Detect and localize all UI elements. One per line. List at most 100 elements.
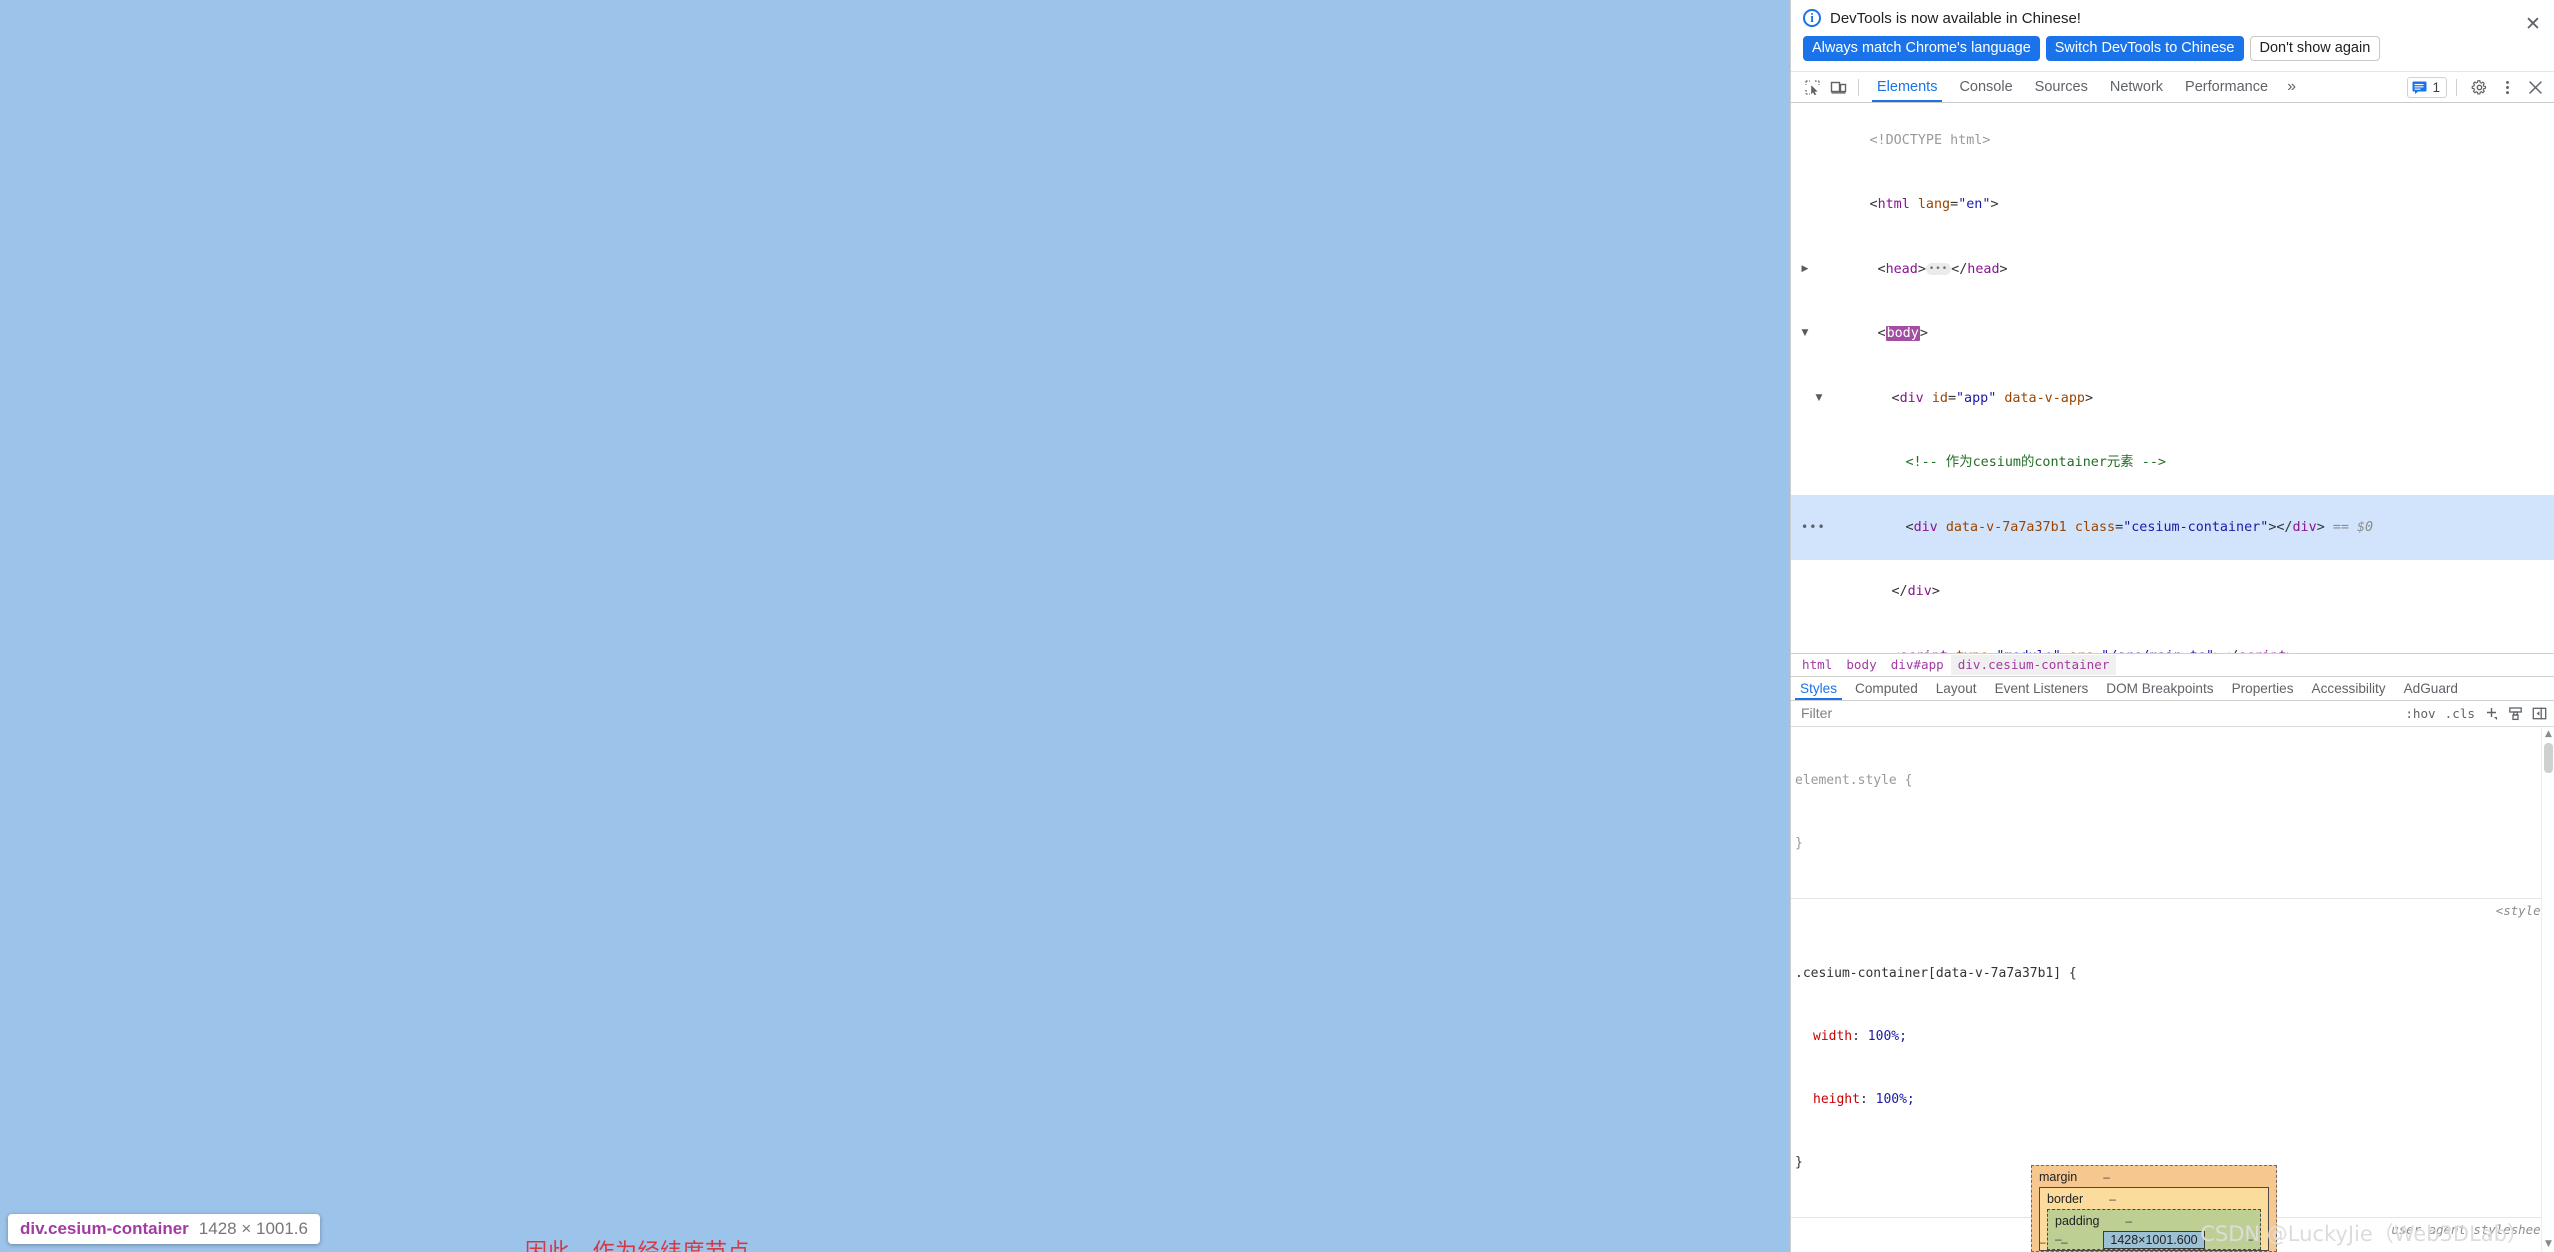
cls-toggle[interactable]: .cls <box>2445 706 2475 721</box>
box-model-content-size[interactable]: 1428×1001.600 <box>2103 1231 2205 1249</box>
app-root: 因此，作为经纬度节点 div.cesium-container 1428 × 1… <box>0 0 2554 1252</box>
script-src-link[interactable]: /src/main.ts <box>2109 649 2206 653</box>
tab-accessibility[interactable]: Accessibility <box>2303 677 2395 700</box>
twisty-expanded-app[interactable]: ▼ <box>1813 388 1825 410</box>
toolbar-divider <box>1858 78 1859 96</box>
dom-tree[interactable]: <!DOCTYPE html> <html lang="en"> ▶ <head>… <box>1791 103 2554 653</box>
css-rule-element-style[interactable]: element.style { } <box>1791 727 2554 899</box>
scroll-down-arrow-icon[interactable]: ▼ <box>2543 1239 2554 1250</box>
inspect-element-icon[interactable] <box>1799 75 1825 99</box>
devtools-panel: i DevTools is now available in Chinese! … <box>1790 0 2554 1252</box>
styles-sidebar-tabs: Styles Computed Layout Event Listeners D… <box>1791 675 2554 701</box>
tab-adguard[interactable]: AdGuard <box>2395 677 2467 700</box>
box-model-padding[interactable]: padding – – 1428×1001.600 – <box>2047 1209 2261 1250</box>
tab-event-listeners[interactable]: Event Listeners <box>1986 677 2098 700</box>
highlight-badge-selector: div.cesium-container <box>20 1219 189 1238</box>
dom-node-comment[interactable]: <!-- 作为cesium的container元素 --> <box>1791 431 2554 496</box>
toolbar-right-actions: 1 <box>2407 75 2548 99</box>
highlight-badge-dimensions: 1428 × 1001.6 <box>198 1219 308 1238</box>
dom-node-script[interactable]: <script type="module" src="/src/main.ts"… <box>1791 624 2554 653</box>
plus-icon[interactable] <box>2484 706 2499 721</box>
breadcrumb: html body div#app div.cesium-container <box>1791 652 2554 676</box>
scroll-up-arrow-icon[interactable]: ▲ <box>2543 729 2554 740</box>
box-model-border-label: border <box>2047 1192 2084 1206</box>
dom-node-body-tagname: body <box>1885 326 1920 341</box>
dom-node-cesium-container[interactable]: ••• <div data-v-7a7a37b1 class="cesium-co… <box>1791 495 2554 560</box>
page-red-text: 因此，作为经纬度节点 <box>525 1234 750 1252</box>
element-highlight-badge: div.cesium-container 1428 × 1001.6 <box>8 1214 320 1244</box>
css-declaration-height[interactable]: height: 100%; <box>1795 1089 2554 1110</box>
infobar-message: DevTools is now available in Chinese! <box>1830 9 2081 27</box>
infobar-message-row: i DevTools is now available in Chinese! <box>1803 9 2542 27</box>
tab-performance[interactable]: Performance <box>2174 72 2279 102</box>
infobar-buttons: Always match Chrome's language Switch De… <box>1803 36 2542 61</box>
css-rule-close-0: } <box>1795 835 1803 851</box>
dom-comment-text: <!-- 作为cesium的container元素 --> <box>1905 455 2166 470</box>
tab-sources[interactable]: Sources <box>2024 72 2099 102</box>
css-selector-element-style[interactable]: element.style { <box>1795 770 2554 791</box>
devtools-language-infobar: i DevTools is now available in Chinese! … <box>1791 0 2554 72</box>
box-model-margin-label: margin <box>2039 1170 2078 1184</box>
node-badge-ellipsis[interactable]: ••• <box>1801 517 1826 539</box>
box-model-padding-right-value[interactable]: – <box>2246 1232 2253 1246</box>
more-tabs-icon[interactable]: » <box>2279 72 2304 102</box>
page-viewport: 因此，作为经纬度节点 div.cesium-container 1428 × 1… <box>0 0 1790 1252</box>
css-declaration-width[interactable]: width: 100%; <box>1795 1026 2554 1047</box>
box-model-margin-top-value[interactable]: – <box>2103 1169 2110 1185</box>
toggle-pane-icon[interactable] <box>2532 706 2547 721</box>
styles-filter-input[interactable] <box>1799 703 2406 723</box>
twisty-expanded-body[interactable]: ▼ <box>1799 323 1811 345</box>
dom-node-app-close[interactable]: </div> <box>1791 560 2554 625</box>
box-model-border[interactable]: border – padding – – 1428×1001.600 – – <box>2039 1187 2269 1251</box>
box-model-margin-left-value[interactable]: – <box>2039 1235 2046 1249</box>
close-devtools-icon[interactable] <box>2522 75 2548 99</box>
tab-properties[interactable]: Properties <box>2223 677 2303 700</box>
tab-styles[interactable]: Styles <box>1791 677 1846 700</box>
breadcrumb-item-html[interactable]: html <box>1795 655 1839 675</box>
styles-filter-actions: :hov .cls <box>2405 706 2554 721</box>
box-model-margin[interactable]: margin – border – padding – – 1428×1001.… <box>2031 1165 2277 1252</box>
info-icon: i <box>1803 9 1821 27</box>
message-count-badge[interactable]: 1 <box>2407 76 2447 98</box>
message-count: 1 <box>2432 79 2440 95</box>
dom-node-body[interactable]: ▼ <body> <box>1791 302 2554 367</box>
devtools-tabs: Elements Console Sources Network Perform… <box>1866 72 2304 102</box>
always-match-language-button[interactable]: Always match Chrome's language <box>1803 36 2040 61</box>
scroll-thumb[interactable] <box>2544 742 2553 773</box>
dom-node-app[interactable]: ▼ <div id="app" data-v-app> <box>1791 366 2554 431</box>
box-model-border-top-value[interactable]: – <box>2109 1191 2116 1207</box>
styles-scrollbar[interactable]: ▲ ▼ <box>2541 726 2554 1252</box>
dom-node-head[interactable]: ▶ <head> ••• </head> <box>1791 237 2554 302</box>
devtools-main-toolbar: Elements Console Sources Network Perform… <box>1791 72 2554 103</box>
box-model-padding-label: padding <box>2055 1214 2100 1228</box>
infobar-close-icon[interactable]: ✕ <box>2523 14 2543 34</box>
css-rule-origin-user-agent: user agent stylesheet <box>2391 1221 2548 1237</box>
dom-node-html[interactable]: <html lang="en"> <box>1791 173 2554 238</box>
box-model-content-row: – 1428×1001.600 – <box>2055 1229 2253 1249</box>
tab-elements[interactable]: Elements <box>1866 72 1948 102</box>
dom-node-doctype[interactable]: <!DOCTYPE html> <box>1791 108 2554 173</box>
dont-show-again-button[interactable]: Don't show again <box>2249 36 2381 61</box>
collapsed-children-icon[interactable]: ••• <box>1925 262 1952 275</box>
hov-toggle[interactable]: :hov <box>2405 706 2435 721</box>
box-model-padding-top-value[interactable]: – <box>2126 1213 2133 1229</box>
gear-icon[interactable] <box>2466 75 2492 99</box>
paintbrush-icon[interactable] <box>2508 706 2523 721</box>
breadcrumb-item-div-cesium-container[interactable]: div.cesium-container <box>1950 654 2117 675</box>
more-options-icon[interactable] <box>2494 75 2520 99</box>
breadcrumb-item-div-app[interactable]: div#app <box>1884 655 1951 675</box>
styles-pane[interactable]: element.style { } <style> .cesium-contai… <box>1791 726 2554 1252</box>
tab-dom-breakpoints[interactable]: DOM Breakpoints <box>2097 677 2222 700</box>
device-toolbar-icon[interactable] <box>1825 75 1851 99</box>
tab-layout[interactable]: Layout <box>1927 677 1986 700</box>
tab-console[interactable]: Console <box>1948 72 2023 102</box>
tab-network[interactable]: Network <box>2099 72 2174 102</box>
css-selector-cesium-container[interactable]: .cesium-container[data-v-7a7a37b1] { <box>1795 963 2554 984</box>
twisty-collapsed-head[interactable]: ▶ <box>1799 259 1811 281</box>
switch-to-chinese-button[interactable]: Switch DevTools to Chinese <box>2045 36 2244 61</box>
message-icon <box>2412 81 2427 94</box>
tab-computed[interactable]: Computed <box>1846 677 1927 700</box>
styles-filter-row: :hov .cls <box>1791 700 2554 727</box>
breadcrumb-item-body[interactable]: body <box>1839 655 1883 675</box>
box-model-border-left-value[interactable]: – <box>2061 1235 2068 1249</box>
